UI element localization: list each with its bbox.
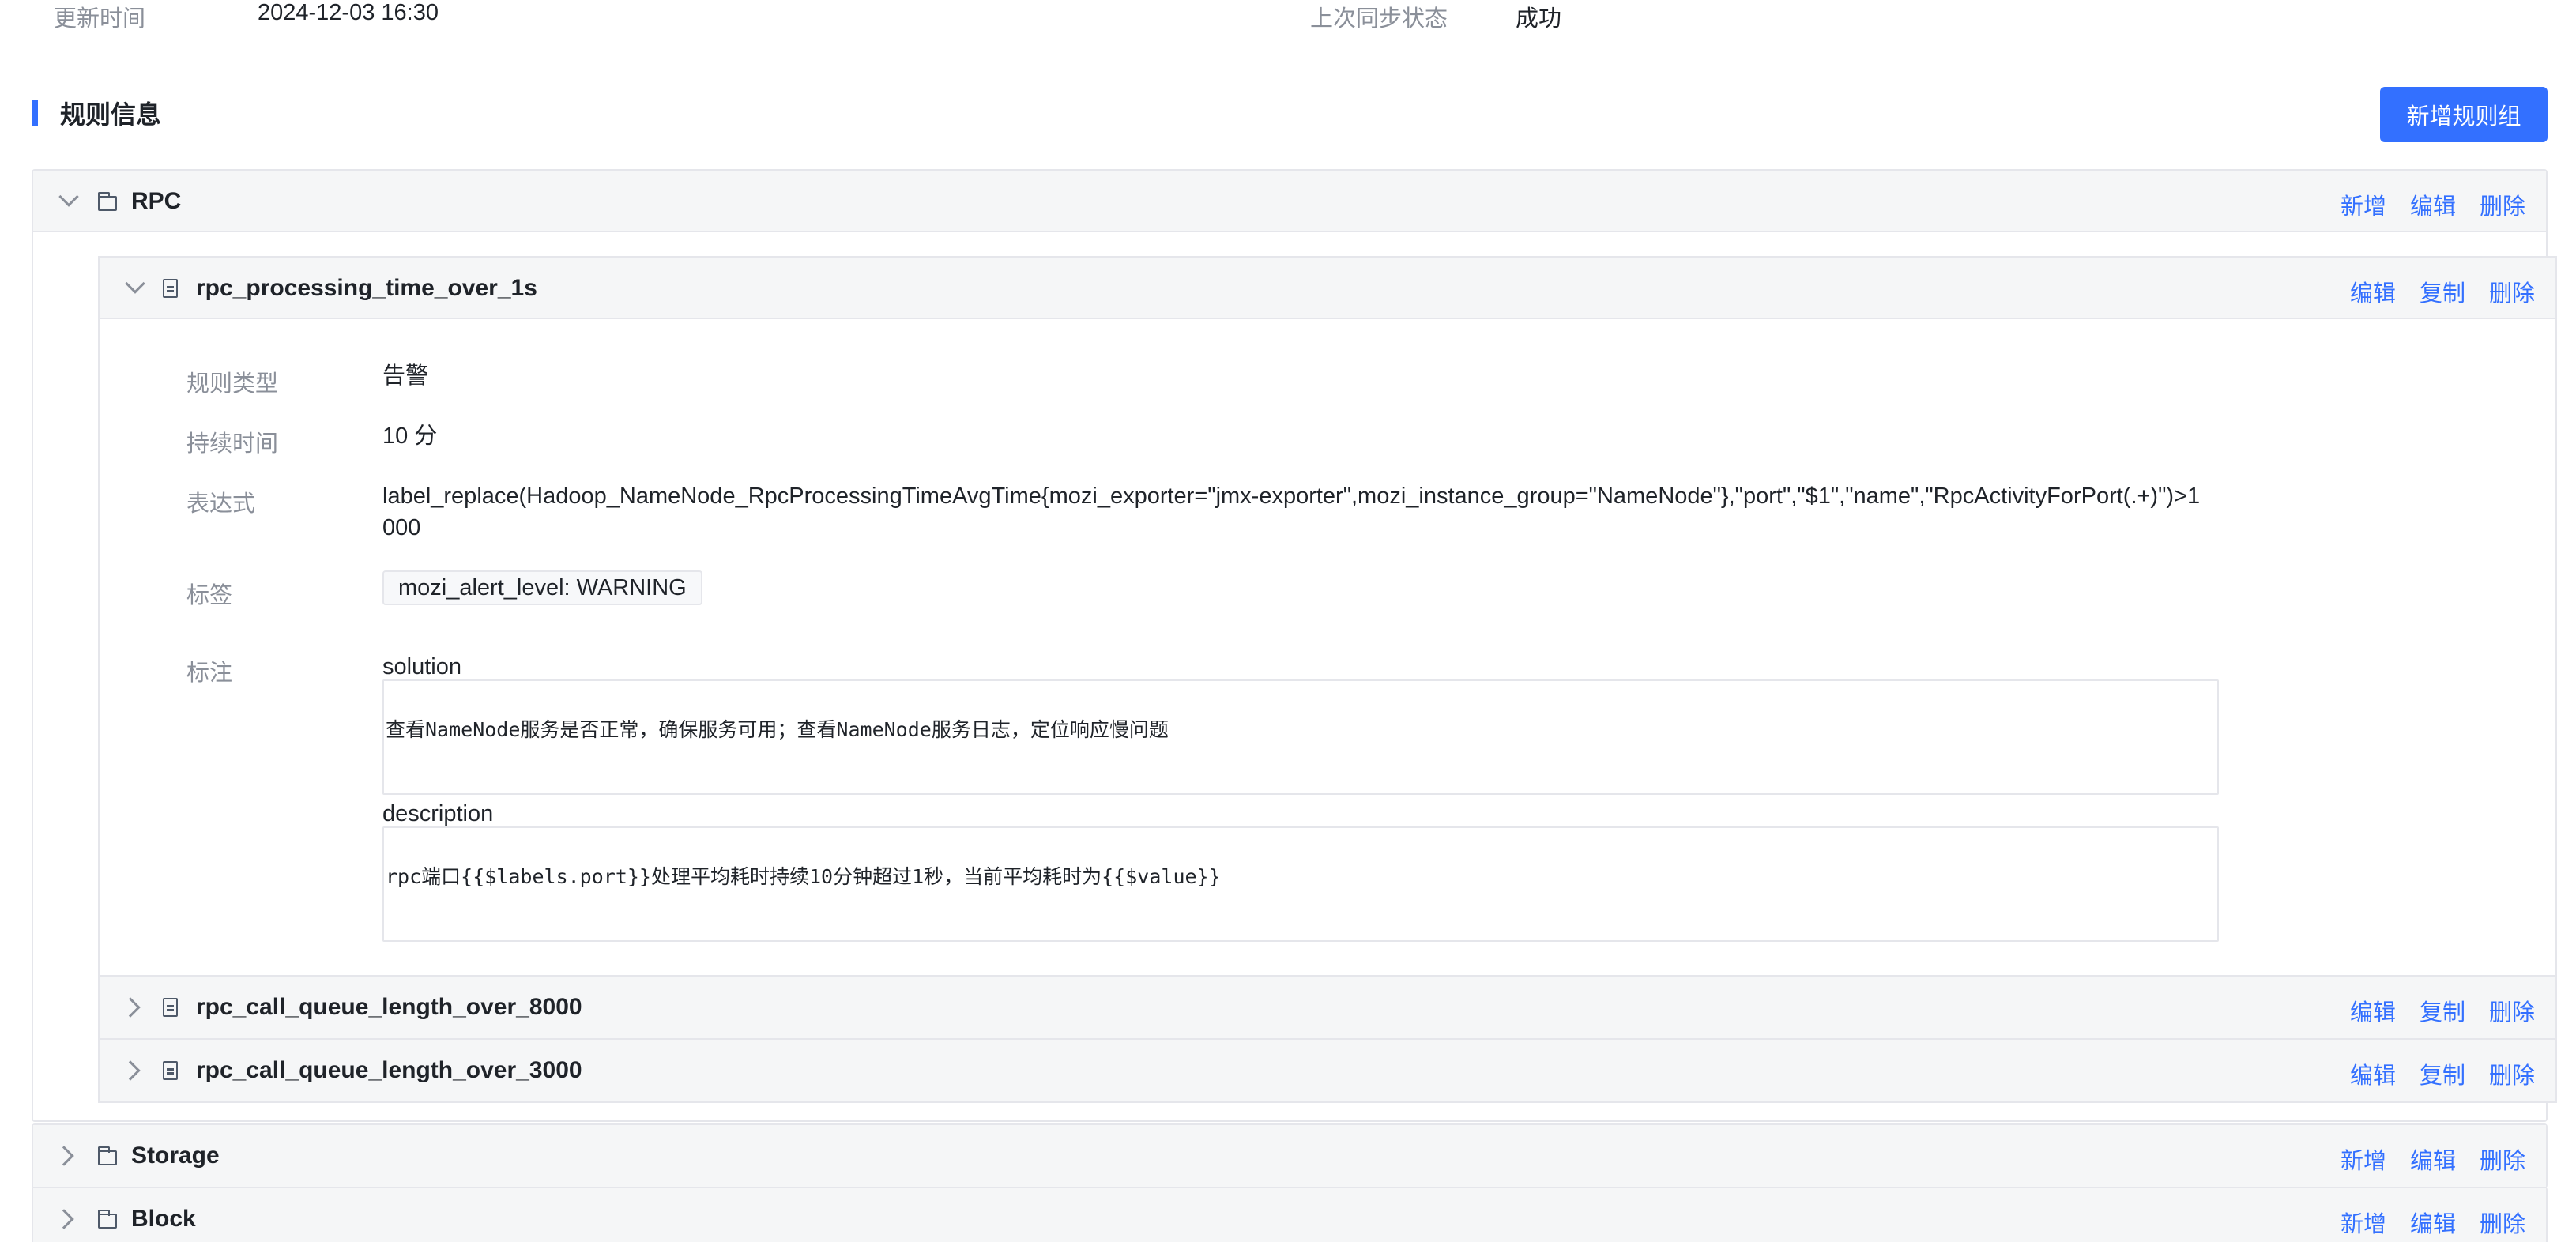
tag-chip: mozi_alert_level: WARNING [382,570,702,605]
rule-group-block: Block 新增 编辑 删除 [32,1187,2548,1242]
rule-type-label: 规则类型 [186,371,279,397]
folder-icon [97,1146,117,1165]
chevron-right-icon[interactable] [120,1060,141,1081]
rule-edit-link[interactable]: 编辑 [2350,281,2396,307]
folder-icon [97,192,117,211]
rule-copy-link[interactable]: 复制 [2420,281,2465,307]
folder-icon [97,1210,117,1229]
chevron-right-icon[interactable] [54,1146,74,1166]
group-edit-link[interactable]: 编辑 [2410,1212,2456,1237]
group-name: Storage [131,1142,220,1169]
rule-copy-link[interactable]: 复制 [2420,1063,2465,1089]
group-delete-link[interactable]: 删除 [2480,1149,2525,1174]
group-header-storage[interactable]: Storage 新增 编辑 删除 [33,1125,2546,1187]
rule-group-rpc: RPC 新增 编辑 删除 rpc_processing_time_over_1s 编… [32,169,2557,1122]
group-add-link[interactable]: 新增 [2341,1149,2386,1174]
rule-type-value: 告警 [382,363,429,389]
chevron-right-icon[interactable] [120,997,141,1018]
rule-name: rpc_call_queue_length_over_3000 [196,1057,582,1083]
rule-actions: 编辑 复制 删除 [2326,1057,2535,1090]
rule-delete-link[interactable]: 删除 [2489,281,2535,307]
expression-line: 000 [382,515,421,540]
add-rule-group-button[interactable]: 新增规则组 [2380,87,2548,142]
rule-actions: 编辑 复制 删除 [2326,994,2535,1027]
rule-header[interactable]: rpc_call_queue_length_over_8000 编辑 复制 删除 [100,977,2555,1038]
section-accent-bar [32,100,38,126]
duration-value: 10 分 [382,423,438,449]
expression-value: label_replace(Hadoop_NameNode_RpcProcess… [382,480,2279,544]
rule-group-storage: Storage 新增 编辑 删除 [32,1123,2548,1188]
group-header-block[interactable]: Block 新增 编辑 删除 [33,1188,2546,1242]
group-delete-link[interactable]: 删除 [2480,1212,2525,1237]
rule-name: rpc_call_queue_length_over_8000 [196,994,582,1020]
sync-status-value: 成功 [1516,6,1562,32]
group-name: Block [131,1206,196,1232]
rule-header[interactable]: rpc_processing_time_over_1s 编辑 复制 删除 [100,258,2555,319]
sync-status-label: 上次同步状态 [1310,6,1448,32]
rule-copy-link[interactable]: 复制 [2420,1000,2465,1026]
group-edit-link[interactable]: 编辑 [2410,194,2456,220]
group-header-rpc[interactable]: RPC 新增 编辑 删除 [33,171,2546,232]
annotations-label: 标注 [186,661,233,686]
rule-header[interactable]: rpc_call_queue_length_over_3000 编辑 复制 删除 [100,1040,2555,1101]
expression-line: label_replace(Hadoop_NameNode_RpcProcess… [382,484,2201,509]
annotation-key-solution: solution [382,654,461,679]
group-actions: 新增 编辑 删除 [2317,188,2525,221]
section-header: 规则信息 新增规则组 [32,87,2548,142]
group-add-link[interactable]: 新增 [2341,1212,2386,1237]
updated-time-label: 更新时间 [54,6,146,32]
rule-item-rpc-processing-time: rpc_processing_time_over_1s 编辑 复制 删除 规则类型 … [98,256,2557,977]
rule-edit-link[interactable]: 编辑 [2350,1000,2396,1026]
annotation-value-solution: 查看NameNode服务是否正常，确保服务可用；查看NameNode服务日志，定… [382,679,2219,795]
group-edit-link[interactable]: 编辑 [2410,1149,2456,1174]
document-icon [163,1061,178,1080]
expression-label: 表达式 [186,491,256,517]
rule-item-rpc-call-queue-8000: rpc_call_queue_length_over_8000 编辑 复制 删除 [98,975,2557,1040]
chevron-down-icon[interactable] [125,273,145,294]
chevron-right-icon[interactable] [54,1209,74,1229]
duration-label: 持续时间 [186,431,279,457]
group-delete-link[interactable]: 删除 [2480,194,2525,220]
meta-row: 更新时间 2024-12-03 16:30 上次同步状态 成功 [0,0,2576,32]
rule-name: rpc_processing_time_over_1s [196,275,537,301]
group-name: RPC [131,188,182,214]
rule-delete-link[interactable]: 删除 [2489,1000,2535,1026]
annotation-key-description: description [382,801,494,826]
group-add-link[interactable]: 新增 [2341,194,2386,220]
annotation-value-description: rpc端口{{$labels.port}}处理平均耗时持续10分钟超过1秒，当前… [382,826,2219,942]
rule-item-rpc-call-queue-3000: rpc_call_queue_length_over_3000 编辑 复制 删除 [98,1038,2557,1103]
section-title: 规则信息 [60,100,162,129]
tags-label: 标签 [186,583,233,608]
document-icon [163,279,178,298]
rule-edit-link[interactable]: 编辑 [2350,1063,2396,1089]
rule-delete-link[interactable]: 删除 [2489,1063,2535,1089]
updated-time-value: 2024-12-03 16:30 [258,0,439,25]
group-actions: 新增 编辑 删除 [2317,1142,2525,1176]
group-actions: 新增 编辑 删除 [2317,1206,2525,1239]
rule-actions: 编辑 复制 删除 [2326,275,2535,308]
chevron-down-icon[interactable] [58,186,79,207]
document-icon [163,998,178,1017]
